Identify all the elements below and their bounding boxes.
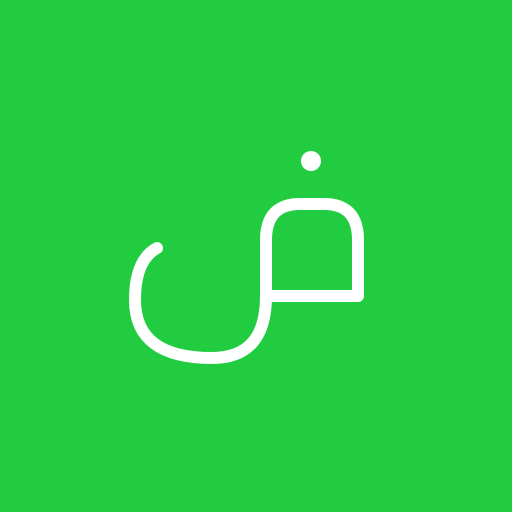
glyph-tail xyxy=(128,242,272,365)
glyph-dot xyxy=(301,151,321,171)
glyph-loop xyxy=(260,198,364,302)
arabic-letter-dad-glyph: ض xyxy=(128,151,364,365)
letter-tile: ض xyxy=(0,0,512,512)
